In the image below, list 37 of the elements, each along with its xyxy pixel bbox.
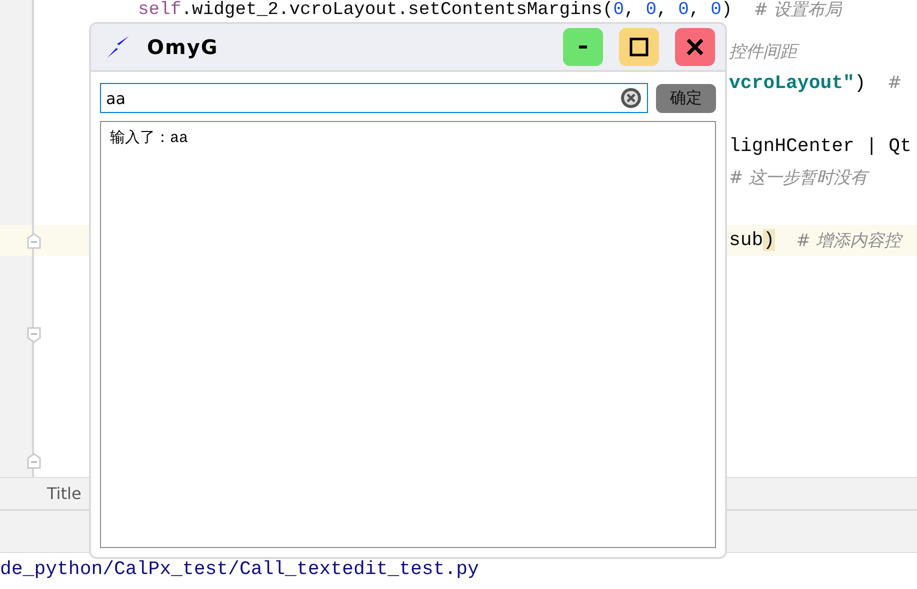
tool-tab[interactable]: Title bbox=[47, 484, 82, 503]
close-icon bbox=[684, 36, 706, 58]
code-text: lignHCenter | Qt bbox=[729, 134, 912, 157]
code-text: ) bbox=[721, 0, 732, 21]
code-text: , bbox=[688, 0, 701, 21]
code-text: 0 bbox=[678, 0, 689, 21]
fold-icon[interactable] bbox=[26, 232, 42, 248]
code-text: 0 bbox=[646, 0, 657, 21]
code-text: 0 bbox=[613, 0, 624, 21]
window-title: OmyG bbox=[147, 35, 218, 59]
code-comment: # 设置布局 bbox=[754, 0, 842, 21]
close-button[interactable] bbox=[675, 28, 715, 66]
code-text: , bbox=[656, 0, 668, 21]
code-text: self bbox=[138, 0, 182, 21]
file-path: de_python/CalPx_test/Call_textedit_test.py bbox=[0, 557, 480, 580]
fold-icon[interactable] bbox=[26, 327, 42, 343]
code-comment: # 这一步暂时没有 bbox=[729, 166, 868, 189]
input-field[interactable]: aa bbox=[100, 83, 648, 113]
code-text: , bbox=[624, 0, 636, 21]
clear-icon[interactable] bbox=[620, 87, 642, 109]
code-text: vcroLayout" bbox=[729, 72, 854, 94]
code-comment: # 增添内容控 bbox=[796, 230, 901, 252]
output-text: 输入了：aa bbox=[110, 130, 188, 147]
minimize-button[interactable] bbox=[563, 28, 603, 66]
square-icon bbox=[628, 36, 650, 58]
code-text: ) bbox=[763, 229, 775, 252]
code-text: sub bbox=[729, 229, 764, 252]
minus-icon bbox=[578, 45, 588, 49]
code-text: .widget_2.vcroLayout.setContentsMargins( bbox=[181, 0, 614, 21]
code-comment: # bbox=[887, 72, 902, 93]
fold-icon[interactable] bbox=[26, 453, 42, 469]
code-text: 0 bbox=[710, 0, 722, 21]
code-comment: 控件间距 bbox=[729, 40, 797, 63]
output-area[interactable]: 输入了：aa bbox=[100, 121, 716, 548]
confirm-button[interactable]: 确定 bbox=[656, 84, 716, 112]
code-text: ) bbox=[854, 72, 866, 94]
maximize-button[interactable] bbox=[619, 28, 659, 66]
